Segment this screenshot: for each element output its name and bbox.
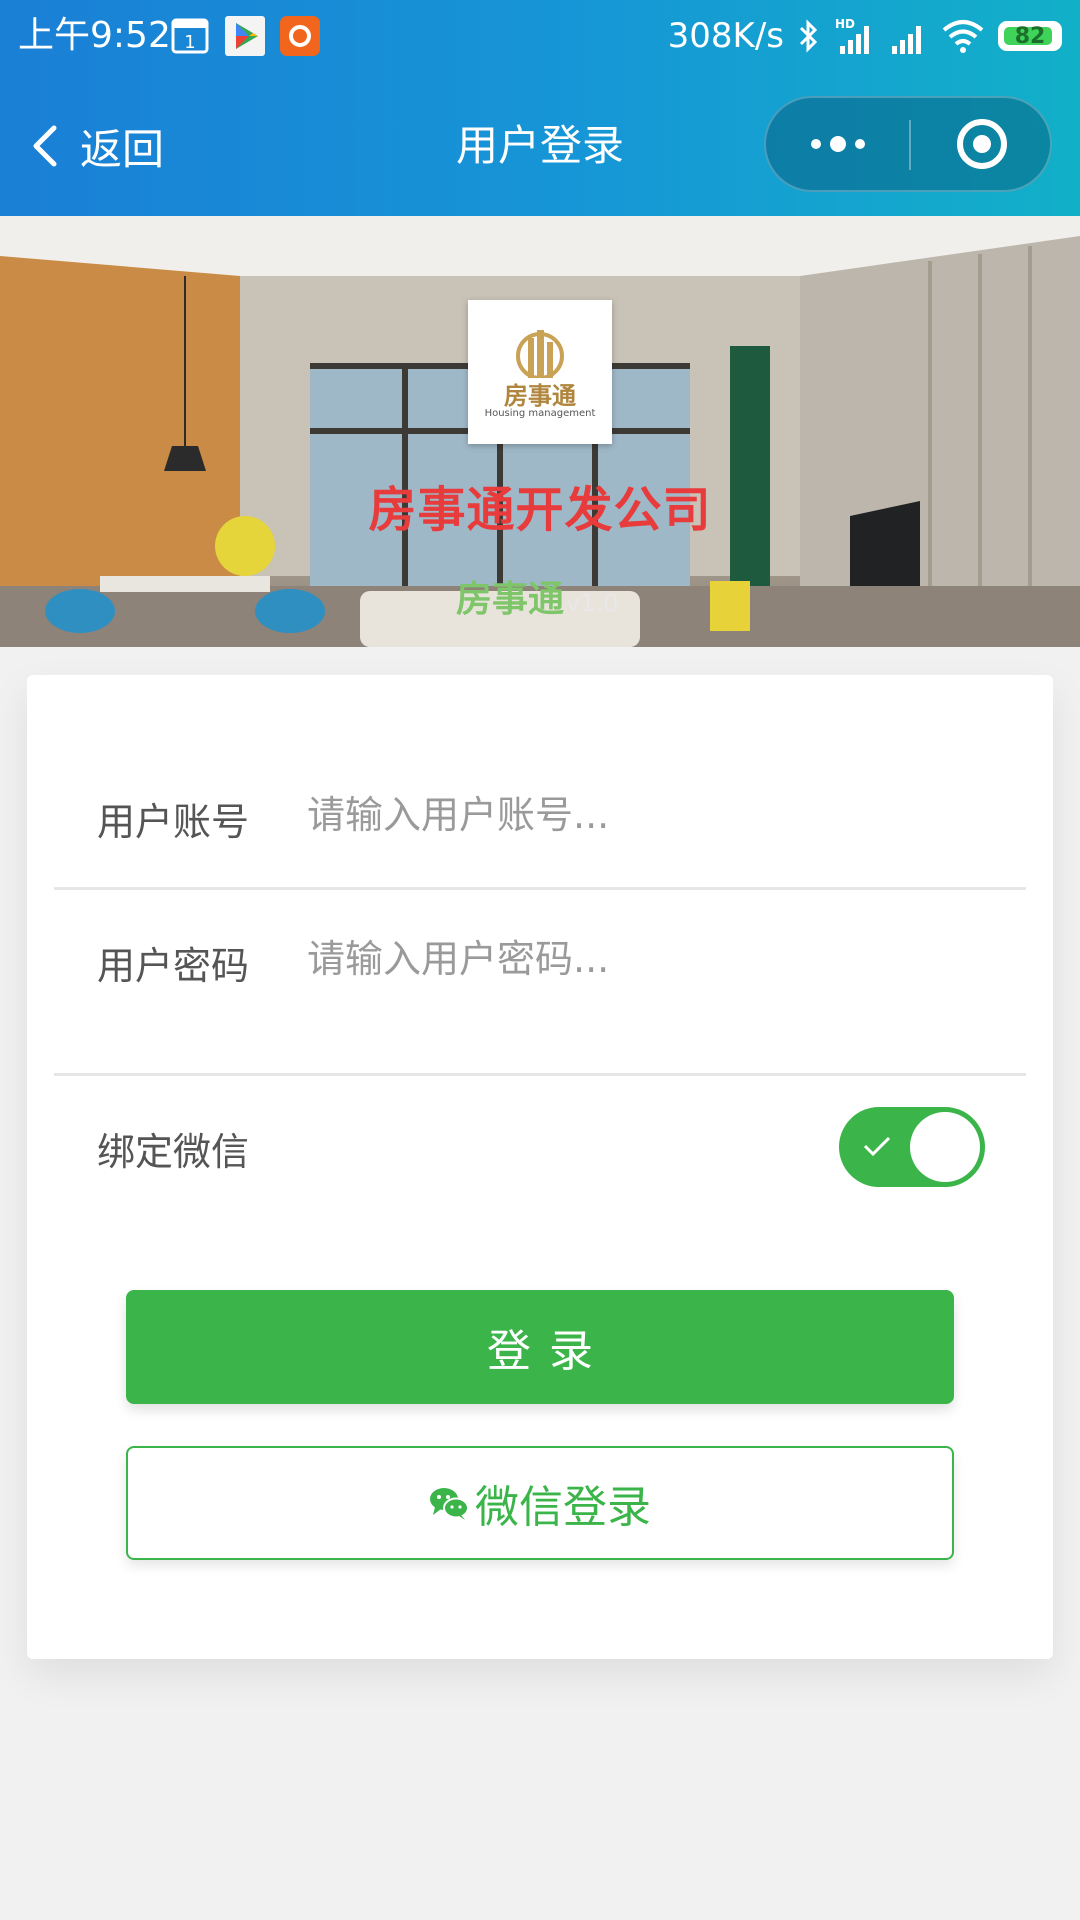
wechat-icon bbox=[430, 1488, 469, 1520]
network-speed: 308K/s bbox=[667, 16, 784, 56]
app-header: 上午9:52 1 308K/s HD 82 返回 用户登录 bbox=[0, 0, 1080, 216]
company-logo: 房事通 Housing management bbox=[468, 300, 612, 444]
login-card: 用户账号 用户密码 绑定微信 登录 微信登录 bbox=[27, 675, 1053, 1659]
toggle-knob bbox=[910, 1112, 980, 1182]
app-version: v1.0 bbox=[566, 589, 619, 617]
login-button[interactable]: 登录 bbox=[126, 1290, 954, 1404]
signal-icon bbox=[892, 26, 921, 54]
wechat-login-label: 微信登录 bbox=[475, 1482, 651, 1533]
more-button[interactable] bbox=[766, 98, 909, 190]
svg-text:HD: HD bbox=[835, 17, 855, 31]
app-tag: 房事通 v1.0 bbox=[456, 570, 618, 622]
logo-text: 房事通 bbox=[504, 382, 576, 410]
check-icon bbox=[863, 1136, 891, 1157]
account-divider bbox=[54, 887, 1026, 890]
account-input[interactable] bbox=[307, 785, 1007, 845]
battery-level: 82 bbox=[1014, 23, 1046, 49]
wifi-icon bbox=[942, 20, 984, 53]
close-mini-program-button[interactable] bbox=[911, 98, 1052, 190]
password-divider bbox=[54, 1073, 1026, 1076]
password-input[interactable] bbox=[307, 929, 1007, 989]
nav-bar: 返回 用户登录 bbox=[0, 72, 1080, 216]
hero-banner: 房事通 Housing management 房事通开发公司 房事通 v1.0 bbox=[0, 216, 1080, 647]
company-name: 房事通开发公司 bbox=[368, 482, 712, 538]
bind-wechat-label: 绑定微信 bbox=[97, 1130, 250, 1174]
bluetooth-icon bbox=[799, 19, 818, 53]
password-label: 用户密码 bbox=[97, 944, 250, 988]
orange-app-icon bbox=[280, 16, 320, 56]
status-indicators: 308K/s HD 82 bbox=[668, 14, 1062, 58]
bind-wechat-toggle[interactable] bbox=[839, 1107, 985, 1187]
account-label: 用户账号 bbox=[97, 800, 250, 844]
battery-icon: 82 bbox=[998, 21, 1062, 51]
app-name: 房事通 bbox=[456, 579, 565, 620]
status-bar: 上午9:52 1 308K/s HD 82 bbox=[0, 0, 1080, 72]
building-logo-icon bbox=[516, 330, 564, 378]
more-dots-icon bbox=[810, 136, 865, 152]
hd-signal-icon: HD bbox=[835, 17, 869, 54]
calendar-icon: 1 bbox=[171, 18, 209, 54]
status-time: 上午9:52 bbox=[18, 15, 171, 56]
wechat-login-button[interactable]: 微信登录 bbox=[126, 1446, 954, 1560]
mini-program-capsule bbox=[764, 96, 1052, 192]
target-close-icon bbox=[956, 119, 1007, 169]
play-store-icon bbox=[225, 16, 265, 56]
svg-text:1: 1 bbox=[184, 32, 195, 53]
logo-subtext: Housing management bbox=[484, 408, 596, 419]
